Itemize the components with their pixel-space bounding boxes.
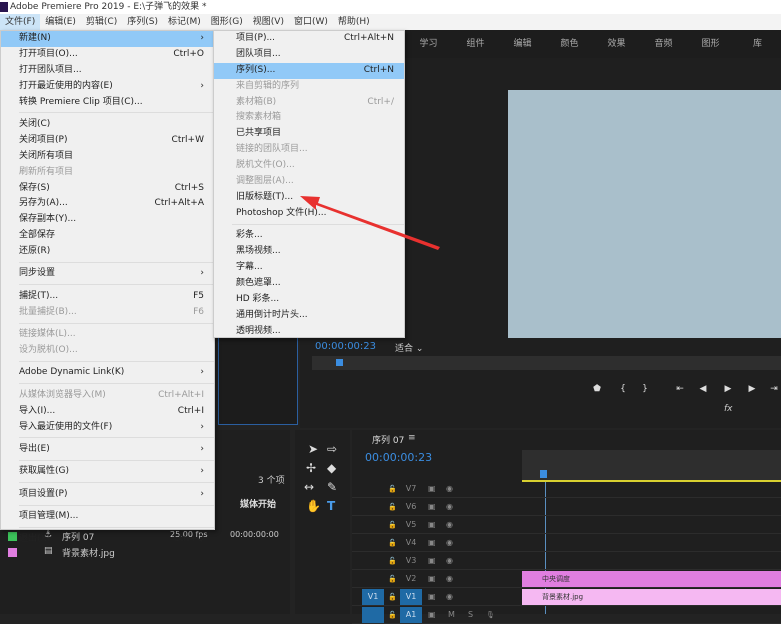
- red-arrow-icon: [300, 196, 440, 250]
- annotation-arrow: [300, 196, 440, 250]
